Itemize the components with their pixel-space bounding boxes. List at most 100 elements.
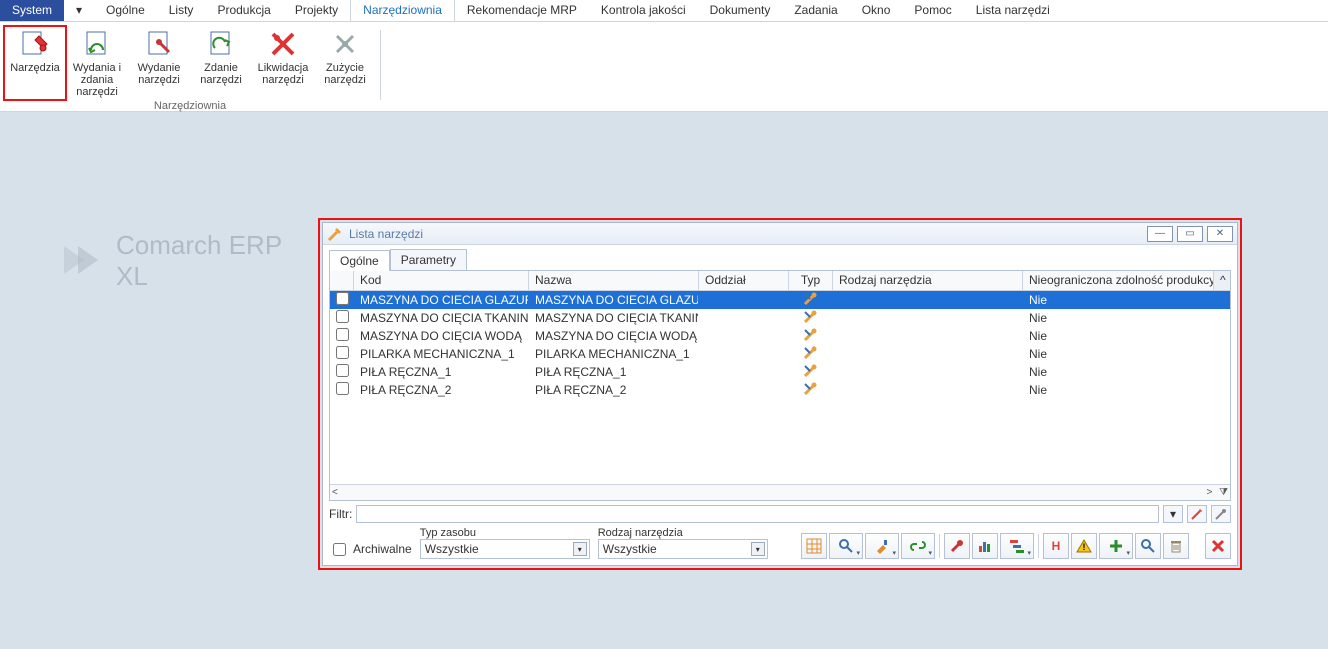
filter-input[interactable] <box>356 505 1159 523</box>
clear-filter-icon <box>1215 508 1227 520</box>
table-row[interactable]: PIŁA RĘCZNA_2PIŁA RĘCZNA_2Nie <box>330 381 1230 399</box>
table-row[interactable]: PIŁA RĘCZNA_1PIŁA RĘCZNA_1Nie <box>330 363 1230 381</box>
close-button[interactable]: ✕ <box>1207 226 1233 242</box>
table-row[interactable]: MASZYNA DO CIĘCIA WODĄMASZYNA DO CIĘCIA … <box>330 327 1230 345</box>
col-checkbox[interactable] <box>330 271 354 290</box>
row-checkbox[interactable] <box>330 310 354 326</box>
menu-projekty[interactable]: Projekty <box>283 0 350 21</box>
col-kod[interactable]: Kod <box>354 271 529 290</box>
tb-delete-button[interactable] <box>1163 533 1189 559</box>
minimize-button[interactable]: — <box>1147 226 1173 242</box>
ribbon-label: Narzędzia <box>10 62 60 74</box>
watermark-line2: XL <box>116 261 282 292</box>
tb-link-button[interactable] <box>901 533 935 559</box>
ribbon-wydania-zdania[interactable]: Wydania i zdania narzędzi <box>66 26 128 100</box>
col-nazwa[interactable]: Nazwa <box>529 271 699 290</box>
row-checkbox[interactable] <box>330 292 354 308</box>
tb-chart-button[interactable] <box>972 533 998 559</box>
cell-nieograniczona: Nie <box>1023 293 1230 307</box>
tool-type-icon <box>803 328 819 342</box>
grid-body[interactable]: MASZYNA DO CIECIA GLAZURYMASZYNA DO CIEC… <box>330 291 1230 484</box>
paint-brush-icon <box>874 538 890 554</box>
table-row[interactable]: MASZYNA DO CIĘCIA TKANINMASZYNA DO CIĘCI… <box>330 309 1230 327</box>
x-icon <box>1210 538 1226 554</box>
tools-icon <box>19 28 51 60</box>
tb-history-button[interactable]: H <box>1043 533 1069 559</box>
ribbon-zdanie[interactable]: Zdanie narzędzi <box>190 26 252 100</box>
cell-nieograniczona: Nie <box>1023 311 1230 325</box>
menu-okno[interactable]: Okno <box>850 0 903 21</box>
cell-kod: PIŁA RĘCZNA_1 <box>354 365 529 379</box>
typ-zasobu-select[interactable]: Wszystkie ▾ <box>420 539 590 559</box>
maximize-button[interactable]: ▭ <box>1177 226 1203 242</box>
chevron-down-icon: ▾ <box>751 542 765 556</box>
menu-rekomendacje-mrp[interactable]: Rekomendacje MRP <box>455 0 589 21</box>
menu-zadania[interactable]: Zadania <box>782 0 849 21</box>
ribbon-likwidacja[interactable]: Likwidacja narzędzi <box>252 26 314 100</box>
scroll-left-icon[interactable]: < <box>332 487 338 498</box>
tb-search-button[interactable] <box>829 533 863 559</box>
menu-dropdown-toggle[interactable]: ▾ <box>64 0 94 21</box>
menu-ogolne[interactable]: Ogólne <box>94 0 157 21</box>
ribbon-narzedzia[interactable]: Narzędzia <box>4 26 66 100</box>
scroll-right-icon[interactable]: > <box>1206 487 1212 498</box>
plus-icon <box>1108 538 1124 554</box>
doc-wrench-icon <box>143 28 175 60</box>
funnel-icon[interactable]: ⧩ <box>1219 487 1228 498</box>
filter-dropdown-button[interactable]: ▾ <box>1163 505 1183 523</box>
archiwalne-checkbox[interactable] <box>333 543 346 556</box>
col-nieograniczona[interactable]: Nieograniczona zdolność produkcyjna <box>1023 271 1214 290</box>
tb-warning-button[interactable]: ! <box>1071 533 1097 559</box>
filter-clear-button[interactable] <box>1211 505 1231 523</box>
tb-grid-button[interactable] <box>801 533 827 559</box>
comarch-logo-icon <box>60 240 102 282</box>
cell-typ <box>789 364 833 381</box>
cell-nazwa: MASZYNA DO CIĘCIA WODĄ <box>529 329 699 343</box>
menu-listy[interactable]: Listy <box>157 0 206 21</box>
tb-paint-button[interactable] <box>865 533 899 559</box>
svg-text:!: ! <box>1083 542 1086 552</box>
filter-row: Filtr: ▾ <box>329 505 1231 523</box>
typ-zasobu-label: Typ zasobu <box>420 527 590 539</box>
menu-narzedziownia[interactable]: Narzędziownia <box>351 0 454 21</box>
row-checkbox[interactable] <box>330 382 354 398</box>
tab-parametry[interactable]: Parametry <box>390 249 467 270</box>
menu-dokumenty[interactable]: Dokumenty <box>698 0 783 21</box>
tool-type-icon <box>803 292 819 306</box>
cell-nieograniczona: Nie <box>1023 383 1230 397</box>
titlebar[interactable]: Lista narzędzi — ▭ ✕ <box>323 223 1237 245</box>
row-checkbox[interactable] <box>330 346 354 362</box>
col-rodzaj[interactable]: Rodzaj narzędzia <box>833 271 1023 290</box>
magnifier-icon <box>838 538 854 554</box>
rodzaj-narzedzia-label: Rodzaj narzędzia <box>598 527 768 539</box>
row-checkbox[interactable] <box>330 364 354 380</box>
cell-typ <box>789 310 833 327</box>
table-row[interactable]: PILARKA MECHANICZNA_1PILARKA MECHANICZNA… <box>330 345 1230 363</box>
menu-pomoc[interactable]: Pomoc <box>902 0 963 21</box>
cell-nieograniczona: Nie <box>1023 365 1230 379</box>
menu-system[interactable]: System <box>0 0 64 21</box>
cell-nieograniczona: Nie <box>1023 347 1230 361</box>
cell-typ <box>789 292 833 309</box>
tb-view-button[interactable] <box>1135 533 1161 559</box>
cell-nazwa: PILARKA MECHANICZNA_1 <box>529 347 699 361</box>
menu-produkcja[interactable]: Produkcja <box>205 0 282 21</box>
menu-kontrola-jakosci[interactable]: Kontrola jakości <box>589 0 698 21</box>
ribbon-label: Zużycie narzędzi <box>316 62 374 86</box>
cell-nazwa: MASZYNA DO CIECIA GLAZURY <box>529 293 699 307</box>
cell-typ <box>789 382 833 399</box>
ribbon-zuzycie[interactable]: Zużycie narzędzi <box>314 26 376 100</box>
menu-lista-narzedzi[interactable]: Lista narzędzi <box>964 0 1062 21</box>
rodzaj-narzedzia-select[interactable]: Wszystkie ▾ <box>598 539 768 559</box>
tab-ogolne[interactable]: Ogólne <box>329 250 390 271</box>
tb-close-button[interactable] <box>1205 533 1231 559</box>
tb-add-button[interactable] <box>1099 533 1133 559</box>
ribbon-wydanie[interactable]: Wydanie narzędzi <box>128 26 190 100</box>
row-checkbox[interactable] <box>330 328 354 344</box>
col-oddzial[interactable]: Oddział <box>699 271 789 290</box>
col-typ[interactable]: Typ <box>789 271 833 290</box>
filter-edit-button[interactable] <box>1187 505 1207 523</box>
tb-gantt-button[interactable] <box>1000 533 1034 559</box>
table-row[interactable]: MASZYNA DO CIECIA GLAZURYMASZYNA DO CIEC… <box>330 291 1230 309</box>
tb-tools-button[interactable] <box>944 533 970 559</box>
